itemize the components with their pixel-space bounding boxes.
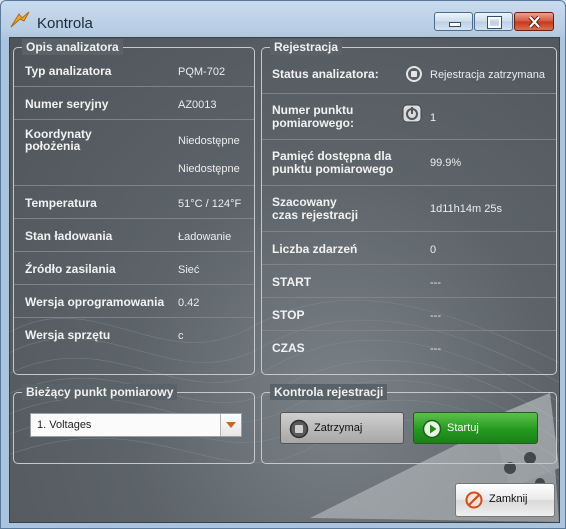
current-point-legend: Bieżący punkt pomiarowy — [22, 384, 178, 400]
duration-value: --- — [430, 343, 441, 355]
analyzer-row-power-source: Źródło zasilania Sieć — [14, 252, 254, 285]
measurement-point-select-value: 1. Voltages — [37, 419, 92, 431]
hardware-version-label: Wersja sprzętu — [25, 328, 111, 342]
app-icon — [10, 11, 30, 28]
firmware-version-label: Wersja oprogramowania — [25, 295, 165, 309]
stop-status-icon — [406, 66, 422, 82]
start-time-value: --- — [430, 277, 441, 289]
stop-time-label: STOP — [272, 308, 305, 322]
registration-legend: Rejestracja — [270, 39, 343, 55]
analyzer-row-charging: Stan ładowania Ładowanie — [14, 219, 254, 252]
start-recording-label: Startuj — [447, 422, 479, 434]
analyzer-status-value: Rejestracja zatrzymana — [430, 69, 545, 81]
estimated-time-label: Szacowany czas rejestracji — [272, 195, 359, 222]
analyzer-row-hardware: Wersja sprzętu c — [14, 318, 254, 350]
analyzer-row-firmware: Wersja oprogramowania 0.42 — [14, 285, 254, 318]
temperature-value: 51°C / 124°F — [178, 198, 242, 210]
reg-row-stop: STOP --- — [262, 298, 556, 331]
kontrola-window: Kontrola Opis analizatora Typ analizator… — [0, 0, 566, 529]
analyzer-row-type: Typ analizatora PQM-702 — [14, 54, 254, 87]
maximize-icon — [487, 16, 502, 29]
point-number-value: 1 — [430, 112, 437, 124]
reg-row-duration: CZAS --- — [262, 331, 556, 363]
analyzer-type-label: Typ analizatora — [25, 64, 112, 78]
close-dialog-button[interactable]: Zamknij — [455, 483, 555, 517]
stop-time-value: --- — [430, 310, 441, 322]
firmware-version-value: 0.42 — [178, 297, 200, 309]
reg-row-point-number: Numer punktu pomiarowego: 1 — [262, 94, 556, 140]
analyzer-description-group: Opis analizatora Typ analizatora PQM-702… — [13, 39, 255, 375]
minimize-button[interactable] — [434, 12, 473, 31]
chevron-down-icon[interactable] — [220, 414, 241, 436]
reg-row-start: START --- — [262, 265, 556, 298]
window-title: Kontrola — [37, 15, 93, 32]
memory-available-value: 99.9% — [430, 157, 462, 169]
event-count-value: 0 — [430, 244, 437, 256]
duration-label: CZAS — [272, 341, 305, 355]
stop-recording-label: Zatrzymaj — [314, 422, 363, 434]
close-window-button[interactable] — [514, 12, 554, 31]
current-point-group: Bieżący punkt pomiarowy 1. Voltages — [13, 384, 255, 464]
power-source-value: Sieć — [178, 264, 200, 276]
stop-recording-button[interactable]: Zatrzymaj — [280, 412, 404, 444]
title-bar[interactable]: Kontrola — [1, 1, 565, 37]
stop-icon — [289, 419, 309, 439]
start-recording-button[interactable]: Startuj — [413, 412, 538, 444]
close-icon — [528, 16, 541, 28]
analyzer-description-legend: Opis analizatora — [22, 39, 123, 55]
reg-row-status: Status analizatora: Rejestracja zatrzyma… — [262, 54, 556, 94]
play-icon — [422, 419, 442, 439]
hardware-version-value: c — [178, 330, 184, 342]
client-area: Opis analizatora Typ analizatora PQM-702… — [9, 37, 560, 523]
measurement-point-select[interactable]: 1. Voltages — [30, 413, 242, 437]
reg-row-estimated-time: Szacowany czas rejestracji 1d11h14m 25s — [262, 186, 556, 232]
analyzer-type-value: PQM-702 — [178, 66, 226, 78]
reg-row-memory: Pamięć dostępna dla punktu pomiarowego 9… — [262, 140, 556, 186]
recording-control-legend: Kontrola rejestracji — [270, 384, 388, 400]
close-dialog-label: Zamknij — [489, 493, 528, 505]
serial-number-value: AZ0013 — [178, 99, 217, 111]
temperature-label: Temperatura — [25, 196, 97, 210]
maximize-button[interactable] — [474, 12, 513, 31]
cancel-icon — [465, 491, 483, 509]
coordinates-value-1: Niedostępne — [178, 135, 240, 147]
point-number-label: Numer punktu pomiarowego: — [272, 103, 355, 130]
minimize-icon — [449, 22, 461, 27]
coordinates-value-2: Niedostępne — [178, 163, 240, 175]
start-time-label: START — [272, 275, 312, 289]
analyzer-row-coordinates: Koordynaty położenia Niedostępne Niedost… — [14, 120, 254, 186]
coordinates-label: Koordynaty położenia — [25, 127, 92, 153]
analyzer-status-label: Status analizatora: — [272, 67, 379, 81]
reg-row-events: Liczba zdarzeń 0 — [262, 232, 556, 265]
event-count-label: Liczba zdarzeń — [272, 242, 358, 256]
registration-group: Rejestracja Status analizatora: Rejestra… — [261, 39, 557, 375]
serial-number-label: Numer seryjny — [25, 97, 109, 111]
charging-state-label: Stan ładowania — [25, 229, 113, 243]
power-source-label: Źródło zasilania — [25, 262, 116, 276]
analyzer-row-serial: Numer seryjny AZ0013 — [14, 87, 254, 120]
memory-available-label: Pamięć dostępna dla punktu pomiarowego — [272, 149, 394, 176]
charging-state-value: Ładowanie — [178, 231, 232, 243]
analyzer-row-temperature: Temperatura 51°C / 124°F — [14, 186, 254, 219]
measurement-point-icon — [402, 104, 422, 123]
estimated-time-value: 1d11h14m 25s — [430, 203, 502, 215]
